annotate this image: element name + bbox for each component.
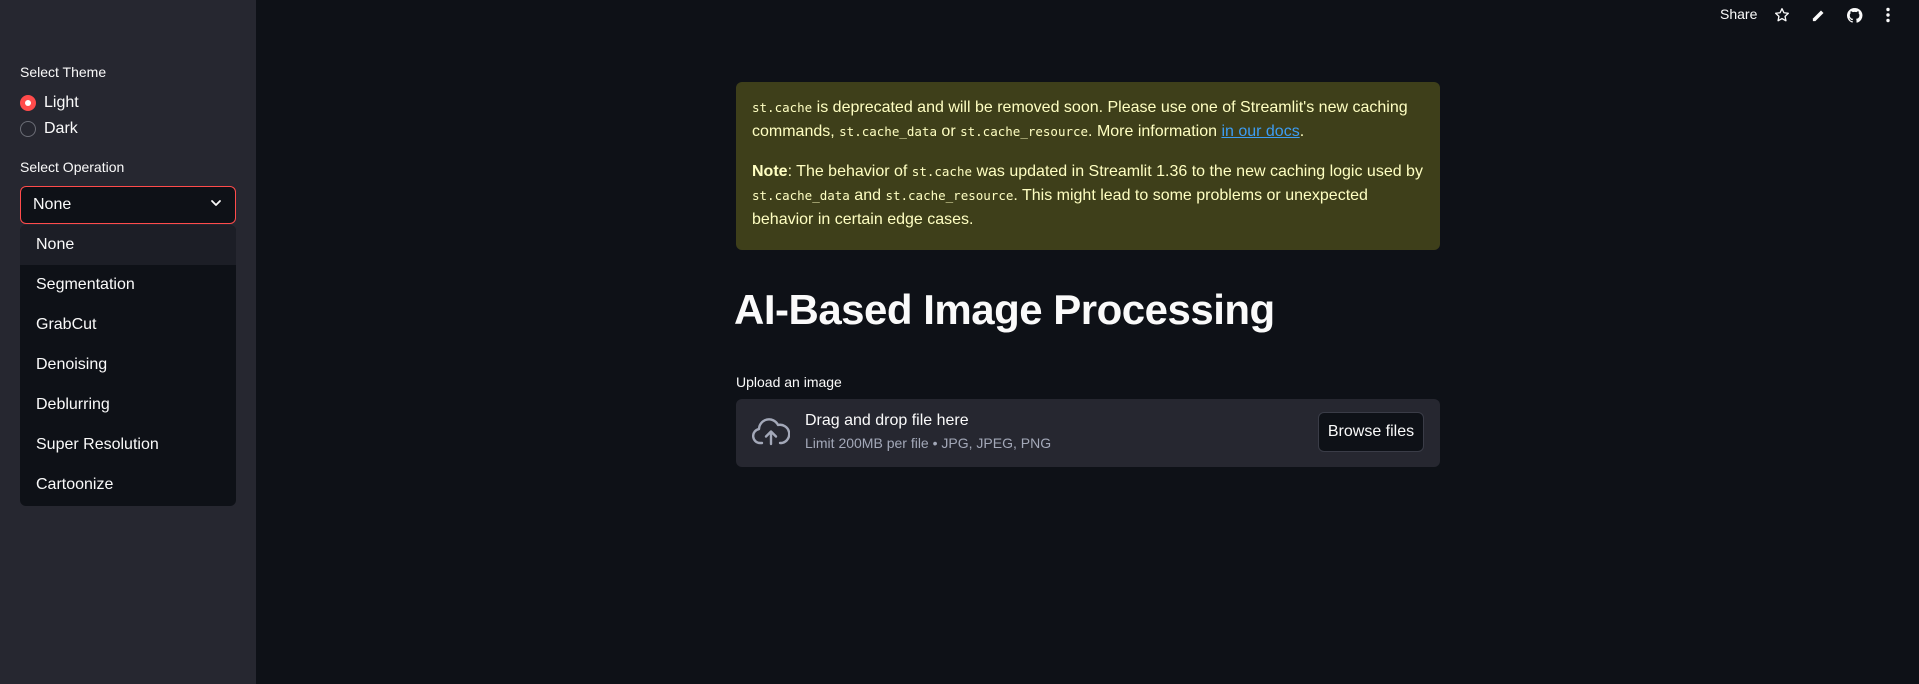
github-icon[interactable] xyxy=(1845,6,1863,24)
dropdown-option-cartoonize[interactable]: Cartoonize xyxy=(20,465,236,505)
dropdown-option-super-resolution[interactable]: Super Resolution xyxy=(20,425,236,465)
chevron-down-icon xyxy=(209,196,223,215)
deprecation-warning-alert: st.cache is deprecated and will be remov… xyxy=(736,82,1440,250)
more-vertical-icon[interactable] xyxy=(1879,6,1897,24)
radio-unchecked-icon xyxy=(20,121,36,137)
upload-label: Upload an image xyxy=(736,374,842,390)
code-snippet: st.cache_data xyxy=(839,124,937,139)
dropdown-option-none[interactable]: None xyxy=(20,225,236,265)
alert-paragraph-1: st.cache is deprecated and will be remov… xyxy=(752,96,1424,144)
page-title: AI-Based Image Processing xyxy=(734,286,1275,333)
file-dropzone[interactable]: Drag and drop file here Limit 200MB per … xyxy=(736,399,1440,467)
dropdown-option-denoising[interactable]: Denoising xyxy=(20,345,236,385)
docs-link[interactable]: in our docs xyxy=(1221,123,1299,140)
share-button[interactable]: Share xyxy=(1720,6,1757,22)
dropzone-instruction: Drag and drop file here xyxy=(805,412,969,429)
alert-text: and xyxy=(849,187,886,204)
operation-dropdown-menu: None Segmentation GrabCut Denoising Debl… xyxy=(20,225,236,506)
code-snippet: st.cache_resource xyxy=(960,124,1089,139)
pencil-icon[interactable] xyxy=(1809,6,1827,24)
alert-text: . More information xyxy=(1088,123,1222,140)
dropdown-option-grabcut[interactable]: GrabCut xyxy=(20,305,236,345)
radio-checked-icon xyxy=(20,95,36,111)
theme-label: Select Theme xyxy=(20,64,107,80)
code-snippet: st.cache_resource xyxy=(885,188,1014,203)
radio-label: Light xyxy=(44,94,79,111)
star-icon[interactable] xyxy=(1773,6,1791,24)
alert-paragraph-2: Note: The behavior of st.cache was updat… xyxy=(752,160,1424,232)
note-label: Note xyxy=(752,163,788,180)
alert-text: . xyxy=(1299,123,1305,140)
code-snippet: st.cache_data xyxy=(752,188,850,203)
dropdown-option-deblurring[interactable]: Deblurring xyxy=(20,385,236,425)
code-snippet: st.cache xyxy=(752,100,813,115)
code-snippet: st.cache xyxy=(911,164,973,179)
sidebar: Select Theme Light Dark Select Operation… xyxy=(0,0,256,684)
radio-label: Dark xyxy=(44,120,78,137)
operation-label: Select Operation xyxy=(20,159,125,175)
radio-theme-light[interactable]: Light xyxy=(20,94,79,112)
operation-select[interactable]: None xyxy=(20,186,236,224)
alert-text: or xyxy=(936,123,961,140)
radio-theme-dark[interactable]: Dark xyxy=(20,120,78,138)
cloud-upload-icon xyxy=(751,417,791,452)
select-value: None xyxy=(33,196,72,213)
alert-text: was updated in Streamlit 1.36 to the new… xyxy=(972,163,1423,180)
dropdown-option-segmentation[interactable]: Segmentation xyxy=(20,265,236,305)
alert-text: : The behavior of xyxy=(787,163,912,180)
dropzone-limit-text: Limit 200MB per file • JPG, JPEG, PNG xyxy=(805,435,1052,451)
browse-files-button[interactable]: Browse files xyxy=(1318,412,1424,452)
